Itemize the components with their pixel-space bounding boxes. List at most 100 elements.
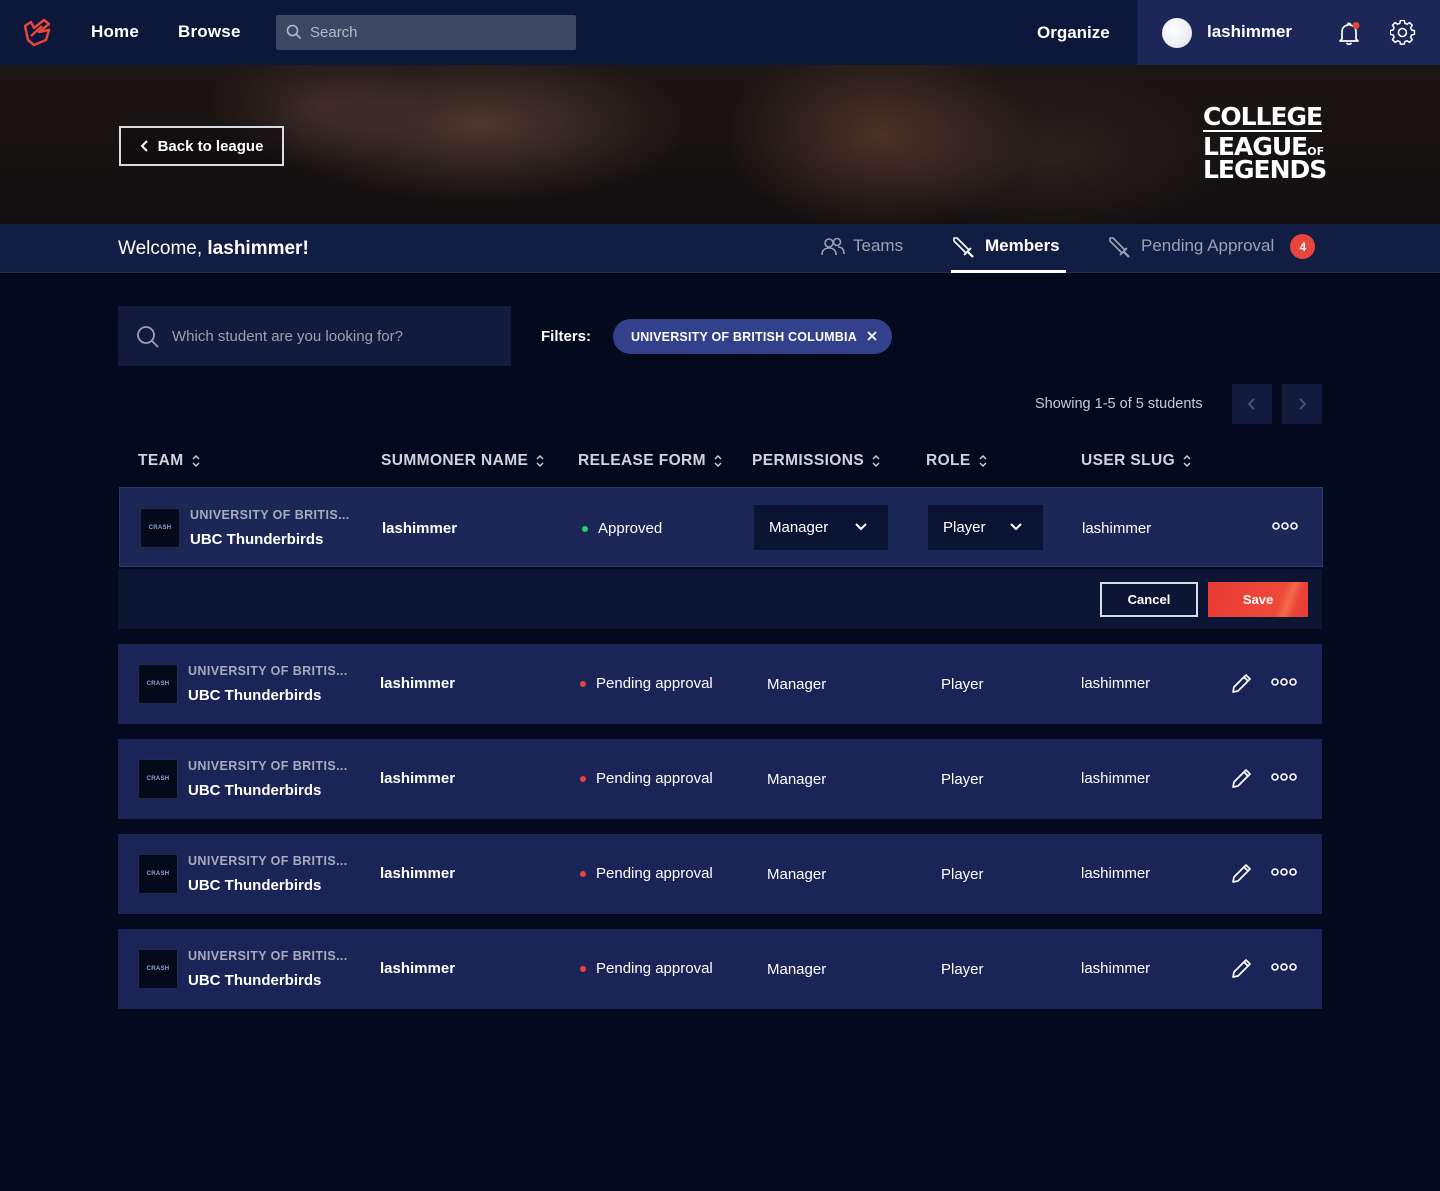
back-to-league-label: Back to league	[157, 137, 264, 155]
bell-icon[interactable]	[1336, 20, 1362, 51]
team-name[interactable]: UBC Thunderbirds	[188, 782, 321, 799]
team-name[interactable]: UBC Thunderbirds	[188, 972, 321, 989]
column-header-release-form[interactable]: RELEASE FORM	[578, 452, 722, 470]
team-school: UNIVERSITY OF BRITIS...	[190, 508, 350, 522]
back-to-league-button[interactable]: Back to league	[119, 126, 284, 166]
summoner-name: lashimmer	[380, 960, 456, 977]
gear-icon[interactable]	[1389, 19, 1416, 51]
more-options-icon[interactable]	[1271, 867, 1297, 877]
column-header-role[interactable]: ROLE	[926, 452, 987, 470]
filter-chip[interactable]: UNIVERSITY OF BRITISH COLUMBIA	[613, 319, 892, 354]
riot-fist-icon[interactable]	[22, 18, 54, 48]
team-school: UNIVERSITY OF BRITIS...	[188, 759, 348, 773]
notification-dot	[1352, 22, 1360, 29]
sort-icon	[192, 455, 200, 467]
column-header-permissions[interactable]: PERMISSIONS	[752, 452, 880, 470]
top-navigation: Home Browse Organize lashimmer	[0, 0, 1440, 65]
user-slug: lashimmer	[1081, 675, 1151, 692]
pencil-icon[interactable]	[1230, 956, 1254, 980]
close-icon[interactable]	[864, 328, 880, 344]
sword-icon	[953, 237, 974, 258]
league-banner: Back to league COLLEGE LEAGUEOF LEGENDS	[0, 65, 1440, 224]
tab-teams-label: Teams	[853, 236, 904, 255]
permissions-value: Manager	[767, 866, 827, 883]
status-dot	[580, 680, 586, 687]
summoner-name: lashimmer	[380, 675, 456, 692]
release-form-status: Approved	[582, 520, 662, 537]
global-search-input[interactable]	[310, 15, 560, 50]
status-dot	[580, 965, 586, 972]
role-value: Player	[941, 771, 984, 788]
chevron-right-icon	[1299, 398, 1307, 410]
tab-members[interactable]: Members	[951, 236, 1066, 273]
user-slug: lashimmer	[1082, 520, 1152, 537]
release-form-status: Pending approval	[580, 675, 713, 692]
filter-chip-label: UNIVERSITY OF BRITISH COLUMBIA	[631, 329, 857, 344]
pencil-icon[interactable]	[1230, 766, 1254, 790]
pencil-icon[interactable]	[1230, 861, 1254, 885]
cancel-button[interactable]: Cancel	[1100, 582, 1198, 617]
more-options-icon[interactable]	[1271, 772, 1297, 782]
organize-link[interactable]: Organize	[1037, 23, 1110, 43]
summoner-name: lashimmer	[382, 520, 458, 537]
sort-icon	[872, 455, 880, 467]
team-logo: CRASH	[140, 508, 180, 548]
sort-icon	[979, 455, 987, 467]
team-name[interactable]: UBC Thunderbirds	[188, 877, 321, 894]
role-select[interactable]: Player	[928, 505, 1043, 550]
table-row: CRASH UNIVERSITY OF BRITIS... UBC Thunde…	[118, 834, 1322, 914]
team-logo: CRASH	[138, 664, 178, 704]
role-value: Player	[941, 676, 984, 693]
permissions-select[interactable]: Manager	[754, 505, 888, 550]
more-options-icon[interactable]	[1271, 677, 1297, 687]
role-value: Player	[941, 866, 984, 883]
release-form-status: Pending approval	[580, 960, 713, 977]
pencil-icon[interactable]	[1230, 671, 1254, 695]
chevron-down-icon	[1010, 523, 1022, 531]
permissions-value: Manager	[767, 771, 827, 788]
release-form-status: Pending approval	[580, 770, 713, 787]
permissions-value: Manager	[767, 676, 827, 693]
next-page-button[interactable]	[1282, 384, 1322, 424]
welcome-message: Welcome, lashimmer!	[118, 238, 309, 259]
team-school: UNIVERSITY OF BRITIS...	[188, 854, 348, 868]
previous-page-button[interactable]	[1232, 384, 1272, 424]
user-slug: lashimmer	[1081, 960, 1151, 977]
nav-home-link[interactable]: Home	[91, 22, 139, 42]
status-dot	[580, 775, 586, 782]
release-form-status: Pending approval	[580, 865, 713, 882]
college-league-of-legends-logo: COLLEGE LEAGUEOF LEGENDS	[1203, 102, 1327, 184]
permissions-value: Manager	[767, 961, 827, 978]
tab-pending-approval[interactable]: Pending Approval 4	[1107, 234, 1316, 273]
chevron-left-icon	[1247, 398, 1255, 410]
more-options-icon[interactable]	[1271, 962, 1297, 972]
chevron-down-icon	[855, 523, 867, 531]
student-search-input[interactable]	[172, 306, 502, 366]
user-slug: lashimmer	[1081, 770, 1151, 787]
column-header-team[interactable]: TEAM	[138, 452, 200, 470]
username[interactable]: lashimmer	[1207, 22, 1292, 42]
team-school: UNIVERSITY OF BRITIS...	[188, 949, 348, 963]
league-subheader: Welcome, lashimmer! Teams Members Pendin…	[0, 224, 1440, 273]
table-row: CRASH UNIVERSITY OF BRITIS... UBC Thunde…	[118, 929, 1322, 1009]
user-panel: lashimmer	[1137, 0, 1440, 65]
more-options-icon[interactable]	[1272, 521, 1298, 531]
status-dot	[582, 525, 588, 532]
team-logo: CRASH	[138, 854, 178, 894]
team-name[interactable]: UBC Thunderbirds	[188, 687, 321, 704]
users-icon	[821, 237, 845, 256]
column-header-summoner-name[interactable]: SUMMONER NAME	[381, 452, 544, 470]
search-icon	[137, 326, 159, 348]
row-edit-actions: Cancel Save	[118, 569, 1322, 629]
tab-teams[interactable]: Teams	[821, 236, 903, 273]
sort-icon	[714, 455, 722, 467]
team-name[interactable]: UBC Thunderbirds	[190, 531, 323, 548]
column-header-user-slug[interactable]: USER SLUG	[1081, 452, 1191, 470]
avatar[interactable]	[1162, 18, 1192, 48]
chevron-left-icon	[140, 140, 148, 152]
tab-pending-approval-label: Pending Approval	[1141, 236, 1275, 255]
team-school: UNIVERSITY OF BRITIS...	[188, 664, 348, 678]
save-button[interactable]: Save	[1208, 582, 1308, 617]
table-row: CRASH UNIVERSITY OF BRITIS... UBC Thunde…	[118, 644, 1322, 724]
nav-browse-link[interactable]: Browse	[178, 22, 241, 42]
